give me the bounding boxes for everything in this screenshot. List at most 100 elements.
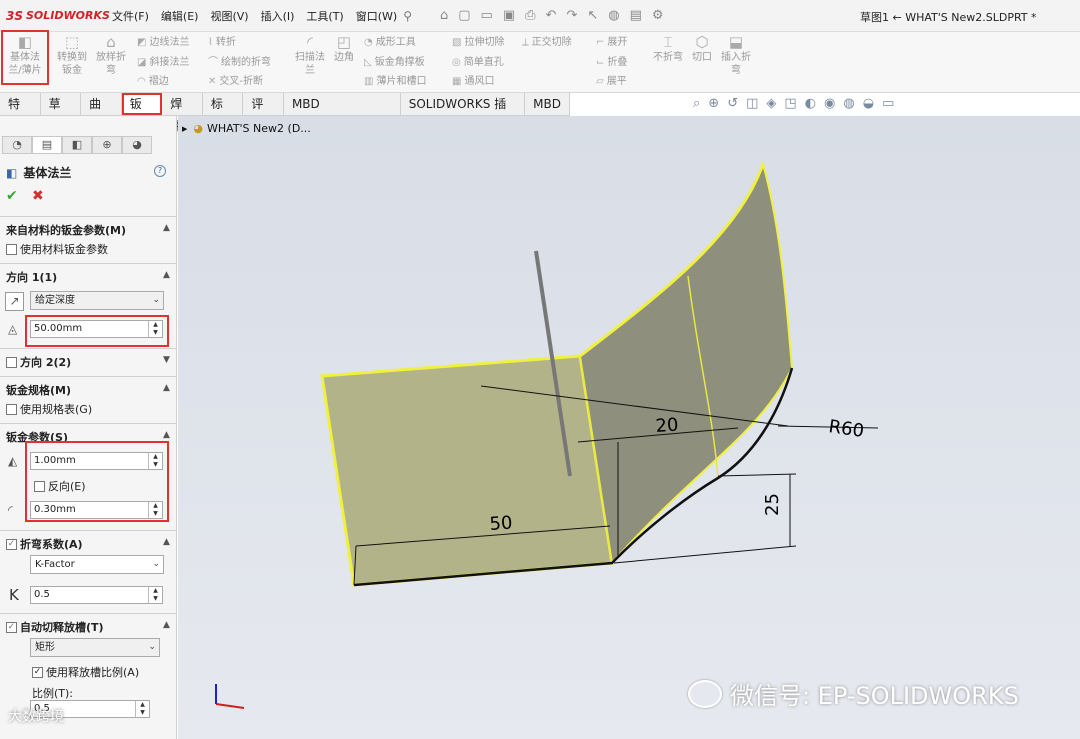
- pin-icon[interactable]: ⚲: [403, 9, 412, 23]
- hem-button[interactable]: ◠ 褶边: [137, 75, 169, 88]
- sketched-bend-button[interactable]: ⌒ 绘制的折弯: [208, 56, 271, 69]
- bend-allowance-checkbox[interactable]: ✓ 折弯系数(A): [6, 536, 83, 552]
- unfold-button[interactable]: ⌐ 展开: [596, 36, 627, 49]
- cross-break-button[interactable]: ✕ 交叉-折断: [208, 75, 263, 88]
- extruded-cut-button[interactable]: ▧ 拉伸切除: [452, 36, 504, 49]
- bend-type-select[interactable]: K-Factor ⌄: [30, 555, 164, 574]
- insert-bends-button[interactable]: ⬓ 插入折弯: [714, 35, 758, 77]
- use-gauge-checkbox[interactable]: 使用规格表(G): [6, 401, 92, 417]
- tab-weldments[interactable]: 焊件: [162, 93, 203, 133]
- end-condition-select[interactable]: 给定深度 ⌄: [30, 291, 164, 310]
- graphics-area[interactable]: ▶ ◕ WHAT'S New2 (D... R60 20 50 25 微信号: …: [178, 116, 1080, 739]
- home-icon[interactable]: ⌂: [440, 8, 448, 23]
- tab-features[interactable]: 特征: [0, 93, 41, 133]
- solidworks-logo[interactable]: 3S SOLIDWORKS: [6, 9, 110, 23]
- view-settings-icon[interactable]: ▭: [882, 96, 894, 111]
- options-gear-icon[interactable]: ⚙: [652, 8, 664, 23]
- chevron-up-icon[interactable]: ▲: [163, 620, 170, 630]
- menu-tools[interactable]: 工具(T): [300, 8, 349, 24]
- zoom-area-icon[interactable]: ⊕: [708, 96, 719, 111]
- tab-evaluate[interactable]: 评估: [243, 93, 284, 133]
- menu-window[interactable]: 窗口(W): [350, 8, 403, 24]
- save-icon[interactable]: ▣: [503, 8, 515, 23]
- view-orientation-icon[interactable]: ◳: [784, 96, 796, 111]
- display-manager-tab-icon[interactable]: ◕: [122, 136, 152, 154]
- miter-flange-button[interactable]: ◪ 斜接法兰: [137, 56, 189, 69]
- forming-tool-button[interactable]: ◔ 成形工具: [364, 36, 416, 49]
- open-icon[interactable]: ▭: [481, 8, 493, 23]
- tab-addins[interactable]: SOLIDWORKS 插件: [400, 93, 526, 133]
- spinner-icon[interactable]: ▲ ▼: [135, 701, 149, 717]
- chevron-up-icon[interactable]: ▲: [163, 223, 170, 233]
- config-manager-tab-icon[interactable]: ◧: [62, 136, 92, 154]
- chevron-up-icon[interactable]: ▲: [163, 430, 170, 440]
- chevron-down-icon[interactable]: ▼: [163, 355, 170, 365]
- menu-edit[interactable]: 编辑(E): [155, 8, 205, 24]
- edge-flange-button[interactable]: ◩ 边线法兰: [137, 36, 189, 49]
- tab-mbd[interactable]: MBD: [525, 93, 570, 115]
- normal-cut-button[interactable]: ⟂ 正交切除: [522, 36, 572, 49]
- help-icon[interactable]: ?: [154, 165, 166, 177]
- vent-button[interactable]: ▦ 通风口: [452, 75, 494, 88]
- cancel-button[interactable]: ✖: [32, 188, 44, 204]
- use-material-checkbox[interactable]: 使用材料钣金参数: [6, 241, 108, 257]
- dimxpert-tab-icon[interactable]: ⊕: [92, 136, 122, 154]
- watermark: 微信号: EP-SOLIDWORKS: [688, 676, 1019, 711]
- property-manager-tab-icon[interactable]: ▤: [32, 136, 62, 154]
- dim-50[interactable]: 50: [489, 512, 513, 535]
- use-ratio-checkbox[interactable]: ✓ 使用释放槽比例(A): [32, 664, 139, 680]
- convert-sheet-button[interactable]: ⬚ 转换到钣金: [50, 35, 94, 77]
- model-view[interactable]: R60 20 50 25: [178, 116, 1080, 739]
- loft-bend-button[interactable]: ⌂ 放样折弯: [89, 35, 133, 77]
- dim-20[interactable]: 20: [655, 414, 679, 437]
- spinner-icon[interactable]: ▲ ▼: [148, 587, 162, 603]
- rebuild-icon[interactable]: ◍: [608, 8, 619, 23]
- feature-manager-tab-icon[interactable]: ◔: [2, 136, 32, 154]
- new-doc-icon[interactable]: ▢: [458, 8, 470, 23]
- chevron-up-icon[interactable]: ▲: [163, 537, 170, 547]
- menu-insert[interactable]: 插入(I): [255, 8, 301, 24]
- previous-view-icon[interactable]: ↺: [727, 96, 738, 111]
- ok-button[interactable]: ✔: [6, 188, 18, 204]
- jog-button[interactable]: ⌇ 转折: [208, 36, 236, 49]
- chevron-up-icon[interactable]: ▲: [163, 383, 170, 393]
- tab-surfaces[interactable]: 曲面: [81, 93, 122, 133]
- fold-button[interactable]: ⌙ 折叠: [596, 56, 627, 69]
- curved-flange-face[interactable]: [578, 160, 794, 566]
- section-material-header[interactable]: 来自材料的钣金参数(M): [6, 222, 126, 238]
- flatten-button[interactable]: ▱ 展平: [596, 75, 627, 88]
- direction2-checkbox[interactable]: 方向 2(2): [6, 354, 71, 370]
- dim-r60[interactable]: R60: [827, 416, 865, 442]
- chevron-up-icon[interactable]: ▲: [163, 270, 170, 280]
- dim-25[interactable]: 25: [762, 493, 783, 516]
- tab-markup[interactable]: 标注: [202, 93, 244, 133]
- reverse-direction-icon[interactable]: ↗: [5, 292, 24, 311]
- tab-mbd-dimensions[interactable]: MBD Dimensions: [283, 93, 401, 133]
- section-view-icon[interactable]: ◫: [746, 96, 758, 111]
- file-props-icon[interactable]: ▤: [630, 8, 642, 23]
- appearance-icon[interactable]: ◍: [843, 96, 854, 111]
- tab-slot-button[interactable]: ▥ 薄片和槽口: [364, 75, 426, 88]
- hide-show-icon[interactable]: ◉: [824, 96, 835, 111]
- relief-type-select[interactable]: 矩形 ⌄: [30, 638, 160, 657]
- k-factor-input[interactable]: 0.5 ▲ ▼: [30, 586, 163, 604]
- corners-button[interactable]: ◰ 边角: [322, 35, 366, 64]
- gusset-button[interactable]: ◺ 钣金角撑板: [364, 56, 425, 69]
- auto-relief-checkbox[interactable]: ✓ 自动切释放槽(T): [6, 619, 104, 635]
- tab-sketch[interactable]: 草图: [40, 93, 82, 133]
- dynamic-annotation-icon[interactable]: ◈: [766, 96, 776, 111]
- redo-icon[interactable]: ↷: [566, 8, 577, 23]
- simple-hole-button[interactable]: ◎ 简单直孔: [452, 56, 504, 69]
- display-style-icon[interactable]: ◐: [805, 96, 816, 111]
- base-flange-button[interactable]: ◧ 基体法兰/薄片: [1, 30, 49, 85]
- tab-sheet-metal[interactable]: 钣金: [121, 93, 163, 133]
- zoom-fit-icon[interactable]: ⌕: [693, 96, 700, 111]
- menu-view[interactable]: 视图(V): [204, 8, 254, 24]
- print-icon[interactable]: ⎙: [525, 8, 535, 23]
- section-direction1-header[interactable]: 方向 1(1): [6, 269, 57, 285]
- scene-icon[interactable]: ◒: [863, 96, 874, 111]
- undo-icon[interactable]: ↶: [546, 8, 557, 23]
- section-gauge-header[interactable]: 钣金规格(M): [6, 382, 71, 398]
- select-icon[interactable]: ↖: [587, 8, 598, 23]
- menu-file[interactable]: 文件(F): [106, 8, 155, 24]
